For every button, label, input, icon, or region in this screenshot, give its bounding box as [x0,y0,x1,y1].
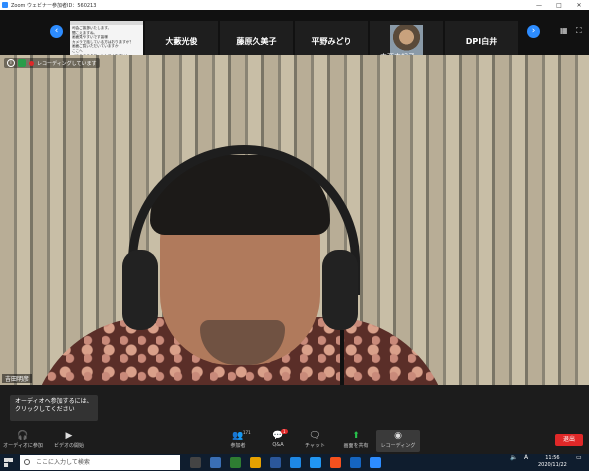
notification-icon[interactable]: ▭ [576,454,582,461]
video-off-icon: ▶ [65,431,73,441]
share-screen-button[interactable]: ⬆ 画面を共有 [334,430,378,452]
windows-start-icon[interactable] [4,458,13,467]
participant-strip: ‹ 司会ご挨拶いたします。 聞こえますね。 画面見やすいです皆様 カメラで話して… [0,10,589,64]
store-icon[interactable] [230,457,241,468]
browser-icon[interactable] [330,457,341,468]
participants-label: 参加者 [230,443,246,449]
info-icon[interactable]: i [7,59,15,67]
previous-page-arrow-icon[interactable]: ‹ [50,25,63,38]
task-view-icon[interactable] [190,457,201,468]
chat-icon: 🗨 [309,431,321,441]
start-video-button[interactable]: ▶ ビデオの開始 [47,430,91,452]
zoom-app-icon [2,2,8,8]
recording-button[interactable]: ◉ レコーディング [376,430,420,452]
folder-icon[interactable] [250,457,261,468]
share-screen-icon: ⬆ [352,431,360,441]
share-screen-label: 画面を共有 [343,443,369,449]
qa-badge: 1 [281,429,288,434]
volume-icon[interactable]: 🔈 [510,454,517,461]
taskbar-search-input[interactable]: ここに入力して検索 [20,455,180,470]
chat-button[interactable]: 🗨 チャット [293,430,337,452]
participants-button[interactable]: 👥 171 参加者 [216,430,260,452]
recording-dot-icon [29,60,34,66]
participant-name: 藤原久美子 [236,37,277,46]
participant-name: 平野みどり [311,37,352,46]
chat-label: チャット [305,443,325,449]
record-icon: ◉ [394,431,402,441]
close-button[interactable]: ✕ [569,2,589,9]
participant-name: 大藪光俊 [165,37,198,46]
edge-icon[interactable] [210,457,221,468]
fullscreen-icon[interactable]: ⛶ [576,26,582,36]
start-video-label: ビデオの開始 [53,443,84,449]
ime-indicator[interactable]: A [524,454,528,461]
headphones-cable [340,330,344,385]
minimize-button[interactable]: — [529,2,549,9]
zoom-taskbar-icon[interactable] [370,457,381,468]
next-page-arrow-icon[interactable]: › [527,25,540,38]
windows-taskbar: ここに入力して検索 🔈 A 11:56 2020/11/22 ▭ [0,454,589,471]
search-placeholder: ここに入力して検索 [36,459,90,466]
mail-icon[interactable] [290,457,301,468]
security-shield-icon[interactable] [18,59,26,67]
active-speaker-video: i レコーディングしています 吉田明彦 [0,55,589,385]
headphones-earcup-right [322,250,358,330]
clock-date: 2020/11/22 [538,462,567,468]
join-audio-label: オーディオに参加 [3,443,43,449]
join-audio-button[interactable]: 🎧 オーディオに参加 [1,430,45,452]
recording-label: レコーディング [380,443,416,449]
grid-view-icon[interactable]: ▦ [560,26,568,35]
participant-avatar [390,25,423,55]
recording-status-text: レコーディングしています [37,60,97,67]
explorer-icon[interactable] [350,457,361,468]
participant-name: DPI白井 [465,37,498,46]
participants-count: 171 [243,430,251,435]
headphones-icon: 🎧 [17,431,29,441]
meeting-toolbar: オーディオへ参加するには、クリックしてください 🎧 オーディオに参加 ▶ ビデオ… [0,385,589,454]
join-audio-tooltip: オーディオへ参加するには、クリックしてください [10,395,98,421]
maximize-button[interactable]: □ [549,2,569,9]
headphones-earcup-left [122,250,158,330]
taskbar-clock[interactable]: 11:56 2020/11/22 [538,455,567,469]
search-icon [24,459,30,465]
participants-icon: 👥 [232,431,244,441]
speaker-name-label: 吉田明彦 [2,374,33,383]
photos-icon[interactable] [310,457,321,468]
clock-time: 11:56 [545,455,560,461]
window-title: Zoom ウェビナー参加者ID：560213 [11,2,97,9]
chat-thumbnail-bar [70,21,143,25]
leave-button[interactable]: 退出 [555,434,583,446]
qa-label: Q&A [272,442,284,448]
window-titlebar: Zoom ウェビナー参加者ID：560213 — □ ✕ [0,0,589,10]
recording-indicator: i レコーディングしています [4,58,100,68]
word-icon[interactable] [270,457,281,468]
